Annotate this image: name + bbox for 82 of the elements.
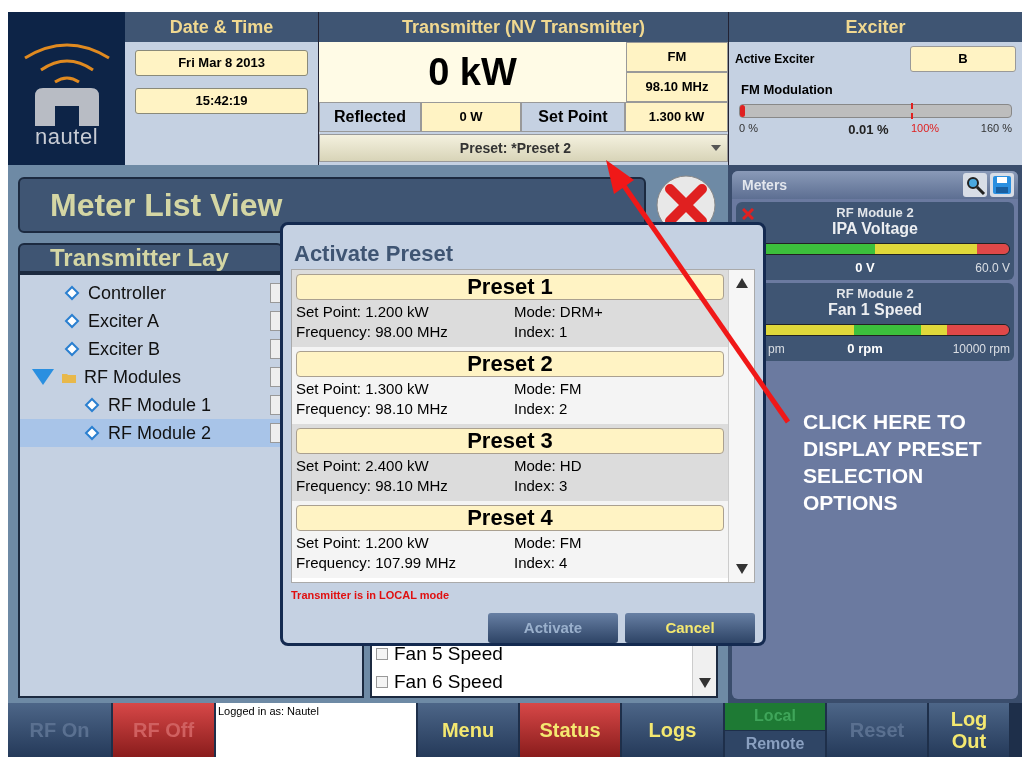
bottom-button[interactable]: Logs	[622, 703, 723, 757]
preset-name: Preset 4	[296, 505, 724, 531]
scroll-up-icon[interactable]	[736, 278, 748, 288]
preset-dropdown[interactable]: Preset: *Preset 2	[319, 134, 728, 162]
logo-text: nautel	[34, 126, 99, 148]
section-title: Exciter	[729, 12, 1022, 42]
preset-name: Preset 1	[296, 274, 724, 300]
preset-item[interactable]: Preset 1 Set Point: 1.200 kW Mode: DRM+ Frequency: 98.00 MHz Index: 1	[292, 270, 728, 347]
fm-modulation-label: FM Modulation	[740, 81, 834, 99]
diamond-icon	[84, 397, 100, 413]
meter-value: 0 rpm	[847, 340, 883, 358]
scroll-down-icon[interactable]	[736, 563, 748, 574]
section-title: Transmitter (NV Transmitter)	[319, 12, 728, 42]
preset-set-point: Set Point: 1.200 kW	[296, 533, 430, 553]
meter-module: RF Module 2	[836, 206, 914, 220]
preset-item[interactable]: Preset 3 Set Point: 2.400 kW Mode: HD Frequency: 98.10 MHz Index: 3	[292, 424, 728, 501]
checkbox[interactable]	[376, 676, 388, 688]
set-point-label: Set Point	[521, 102, 625, 132]
bottom-button[interactable]: Status	[520, 703, 620, 757]
meter-max-label: 10000 rpm	[951, 340, 1010, 358]
preset-name: Preset 3	[296, 428, 724, 454]
search-icon[interactable]	[963, 173, 987, 197]
preset-set-point: Set Point: 1.300 kW	[296, 379, 430, 399]
scale-label: 0 %	[739, 120, 758, 136]
checkbox[interactable]	[376, 648, 388, 660]
preset-item[interactable]: Preset 2 Set Point: 1.300 kW Mode: FM Frequency: 98.10 MHz Index: 2	[292, 347, 728, 424]
bottom-button[interactable]: Log Out	[929, 703, 1009, 757]
frequency-field: 98.10 MHz	[626, 72, 728, 102]
scroll-down-icon[interactable]	[699, 678, 711, 688]
annotation-text: CLICK HERE TO DISPLAY PRESET SELECTION OPTIONS	[803, 409, 983, 516]
section-title: Date & Time	[125, 12, 318, 42]
preset-name: Preset 2	[296, 351, 724, 377]
preset-frequency: Frequency: 98.10 MHz	[296, 476, 449, 496]
dialog-button[interactable]: Cancel	[625, 613, 755, 643]
save-icon[interactable]	[990, 173, 1014, 197]
dialog-title: Activate Preset	[293, 240, 454, 268]
active-exciter-field: B	[910, 46, 1016, 72]
panel-title: Meters	[742, 175, 789, 195]
reflected-field: 0 W	[421, 102, 521, 132]
scale-label: 160 %	[980, 120, 1012, 136]
limit-marker	[910, 102, 913, 119]
meter-module: RF Module 2	[836, 287, 914, 301]
preset-index: Index: 2	[514, 399, 569, 419]
preset-mode: Mode: DRM+	[514, 302, 604, 322]
scale-label: 100%	[911, 120, 940, 136]
preset-index: Index: 3	[514, 476, 569, 496]
scale-label: 0.01 %	[848, 120, 889, 139]
meter-list-item[interactable]: Fan 6 Speed	[394, 667, 503, 697]
preset-item[interactable]: Preset 4 Set Point: 1.200 kW Mode: FM Frequency: 107.99 MHz Index: 4	[292, 501, 728, 578]
power-readout: 0 kW	[319, 42, 626, 102]
preset-index: Index: 4	[514, 553, 569, 573]
warning-text: Transmitter is in LOCAL mode	[291, 587, 451, 603]
preset-frequency: Frequency: 107.99 MHz	[296, 553, 458, 573]
preset-mode: Mode: FM	[514, 379, 583, 399]
diamond-icon	[84, 425, 100, 441]
preset-mode: Mode: HD	[514, 456, 583, 476]
preset-frequency: Frequency: 98.00 MHz	[296, 322, 449, 342]
caret-icon	[711, 145, 721, 151]
preset-frequency: Frequency: 98.10 MHz	[296, 399, 449, 419]
preset-index: Index: 1	[514, 322, 569, 342]
diamond-icon	[64, 285, 80, 301]
time-field: 15:42:19	[135, 88, 308, 114]
date-field: Fri Mar 8 2013	[135, 50, 308, 76]
login-status: Logged in as: Nautel	[216, 703, 416, 757]
mode-toggle-option[interactable]: Remote	[725, 730, 825, 757]
preset-mode: Mode: FM	[514, 533, 583, 553]
diamond-icon	[64, 341, 80, 357]
meter-min-label: pm	[768, 341, 785, 356]
meter-name: IPA Voltage	[832, 220, 918, 237]
bottom-button[interactable]: Menu	[418, 703, 518, 757]
reflected-label: Reflected	[319, 102, 421, 132]
set-point-field: 1.300 kW	[625, 102, 728, 132]
preset-set-point: Set Point: 2.400 kW	[296, 456, 430, 476]
mode-field: FM	[626, 42, 728, 72]
meter-name: Fan 1 Speed	[827, 301, 923, 318]
meter-max-label: 60.0 V	[974, 259, 1010, 277]
meter-value: 0 V	[855, 259, 875, 277]
section-header: Transmitter Lay	[18, 243, 283, 273]
active-exciter-label: Active Exciter	[735, 51, 815, 68]
scrollbar[interactable]	[728, 270, 754, 582]
diamond-icon	[64, 313, 80, 329]
folder-icon	[62, 371, 76, 383]
